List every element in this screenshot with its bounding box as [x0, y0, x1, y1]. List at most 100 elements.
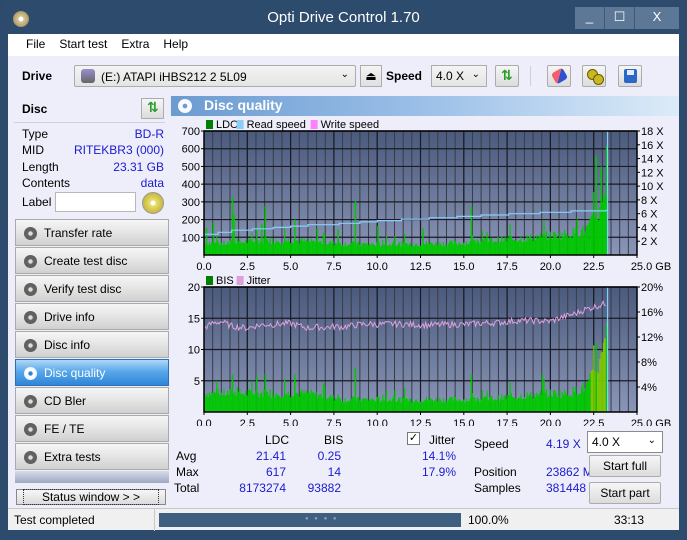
disc-refresh-icon[interactable]: [141, 98, 164, 119]
jitter-checkbox[interactable]: ✓: [407, 432, 420, 445]
ldc-bar: [292, 242, 294, 255]
disc-info-icon: [24, 339, 37, 352]
x-tick-label: 10.0: [366, 261, 387, 273]
ldc-bar: [604, 193, 606, 255]
bis-bar: [360, 401, 362, 412]
nav-verify-test-disc[interactable]: Verify test disc: [15, 275, 169, 302]
avg-jitter: 14.1%: [421, 449, 456, 463]
menu-help[interactable]: Help: [163, 34, 188, 56]
ldc-bar: [274, 243, 276, 255]
speed-select[interactable]: 4.0 X ⌄: [431, 65, 487, 87]
bis-bar: [225, 394, 228, 412]
ldc-bar: [556, 238, 559, 255]
bis-bar: [351, 396, 354, 412]
ldc-bar: [463, 242, 465, 255]
y-tick-label: 700: [182, 126, 200, 138]
close-button[interactable]: X: [635, 7, 679, 29]
bis-bar: [427, 400, 429, 412]
ldc-bar: [534, 239, 537, 255]
ldc-bar: [269, 237, 271, 255]
ldc-bar: [589, 218, 591, 255]
bis-bar: [561, 392, 563, 412]
nav-disc-quality[interactable]: Disc quality: [15, 359, 169, 386]
bis-bar: [308, 392, 310, 412]
bis-bar: [393, 395, 395, 412]
nav-create-test-disc[interactable]: Create test disc: [15, 247, 169, 274]
bis-bar: [210, 395, 212, 412]
bis-bar: [487, 400, 489, 412]
nav-extra-tests[interactable]: Extra tests: [15, 443, 169, 470]
bis-bar: [252, 394, 254, 412]
ldc-bar: [504, 237, 506, 255]
bis-bar: [371, 397, 373, 412]
bis-bar: [361, 398, 363, 412]
ldc-bar-spike: [576, 219, 578, 255]
disc-label-input[interactable]: [55, 192, 136, 212]
menu-extra[interactable]: Extra: [121, 34, 149, 56]
y2-tick-label: 8%: [641, 357, 657, 369]
refresh-icon[interactable]: [495, 65, 519, 87]
y-tick-label: 15: [188, 313, 200, 325]
menu-file[interactable]: File: [26, 34, 45, 56]
bis-bar: [246, 395, 248, 412]
minimize-button[interactable]: _: [575, 7, 605, 29]
bis-bar: [404, 388, 406, 412]
bis-bar: [328, 396, 331, 412]
nav-disc-info[interactable]: Disc info: [15, 331, 169, 358]
ldc-bar: [532, 241, 534, 255]
bis-bar: [593, 345, 595, 412]
ldc-bar: [481, 230, 483, 255]
max-bis: 14: [327, 465, 341, 479]
ldc-bar: [571, 238, 573, 255]
x-tick-label: 22.5: [583, 261, 604, 273]
ldc-bar: [333, 245, 335, 255]
ldc-bar: [282, 243, 285, 255]
disc-contents-key: Contents: [22, 176, 71, 190]
nav-cd-bler[interactable]: CD Bler: [15, 387, 169, 414]
ldc-bar: [566, 235, 568, 255]
bis-bar: [599, 358, 601, 412]
bis-bar: [224, 395, 226, 412]
disc-label-icon[interactable]: [142, 192, 164, 214]
ldc-bar: [207, 245, 209, 255]
ldc-bar: [309, 242, 311, 255]
save-icon[interactable]: [618, 65, 642, 87]
ldc-bar: [271, 238, 274, 255]
bis-bar: [598, 373, 600, 412]
status-window-button[interactable]: Status window > >: [16, 489, 166, 505]
ldc-bar: [514, 240, 516, 255]
bis-bar: [481, 390, 483, 412]
bis-bar: [284, 378, 286, 412]
test-speed-select[interactable]: 4.0 X ⌄: [587, 431, 663, 453]
bis-bar: [558, 396, 560, 412]
nav-fe-te[interactable]: FE / TE: [15, 415, 169, 442]
nav-drive-info[interactable]: Drive info: [15, 303, 169, 330]
start-part-button[interactable]: Start part: [589, 482, 661, 504]
menu-start-test[interactable]: Start test: [59, 34, 107, 56]
ldc-bar: [430, 242, 432, 255]
maximize-button[interactable]: ☐: [605, 7, 635, 29]
bis-bar: [344, 398, 346, 412]
ldc-bar: [300, 238, 303, 255]
ldc-bar: [384, 242, 386, 255]
ldc-bar: [322, 232, 325, 255]
bis-bar: [381, 400, 383, 412]
bis-jitter-chart: 5 10 15 20 4% 8% 12% 16% 20% 0.0 2.5 5.0 7.5 10.0 12.5…: [188, 275, 671, 426]
bis-bar: [364, 398, 366, 412]
copy-icon[interactable]: [582, 65, 606, 87]
ldc-bar: [267, 239, 269, 255]
ldc-bar: [416, 243, 418, 255]
bis-bar: [365, 398, 367, 412]
nav-transfer-rate[interactable]: Transfer rate: [15, 219, 169, 246]
row-total-label: Total: [174, 481, 200, 495]
erase-icon[interactable]: [547, 65, 571, 87]
bis-bar: [596, 372, 599, 412]
eject-button[interactable]: ⏏: [360, 65, 382, 87]
ldc-bar: [414, 243, 417, 255]
ldc-bar: [462, 243, 464, 255]
start-full-button[interactable]: Start full: [589, 455, 661, 477]
ldc-bar: [402, 242, 405, 255]
bis-bar: [478, 399, 480, 412]
bis-bar: [304, 393, 306, 412]
drive-select[interactable]: (E:) ATAPI iHBS212 2 5L09 ⌄: [74, 65, 356, 87]
